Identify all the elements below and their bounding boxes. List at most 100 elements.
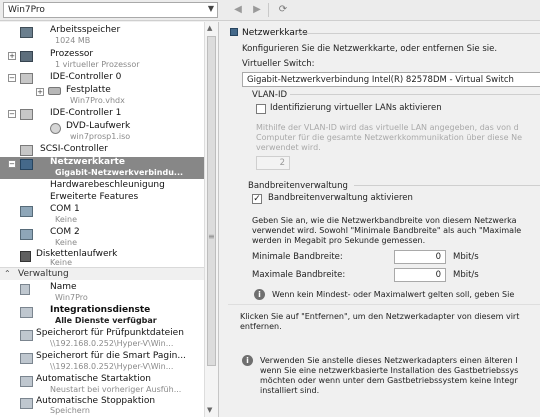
tree-item-name[interactable]: Name Win7Pro (0, 282, 204, 304)
vlan-help-line: Computer für die gesamte Netzwerkkommuni… (256, 133, 523, 142)
tree-item-checkpoint-location[interactable]: Speicherort für Prüfpunktdateien \\192.1… (0, 328, 204, 350)
vm-selector-value: Win7Pro (8, 5, 45, 15)
tree-item-label: COM 1 (50, 204, 80, 214)
ide-controller-icon (20, 73, 33, 84)
tree-item-network-adapter[interactable]: − Netzwerkkarte Gigabit-Netzwerkverbindu… (0, 157, 204, 179)
settings-tree: Arbeitsspeicher 1024 MB + Prozessor 1 vi… (0, 22, 219, 417)
tree-item-ide-controller-0[interactable]: − IDE-Controller 0 (0, 72, 204, 84)
tree-item-label: Integrationsdienste (50, 305, 151, 315)
tree-item-label: Diskettenlaufwerk (36, 249, 118, 259)
scroll-down-icon[interactable]: ▼ (207, 406, 212, 414)
com-port-icon (20, 206, 33, 217)
cpu-icon (20, 51, 33, 62)
name-icon (20, 284, 30, 295)
collapse-icon[interactable]: − (8, 110, 16, 118)
tree-item-com1[interactable]: COM 1 Keine (0, 204, 204, 226)
ram-icon (20, 27, 33, 38)
bandwidth-checkbox[interactable]: ✓ (252, 194, 262, 204)
tree-item-sub: Speichern (50, 406, 90, 415)
collapse-icon[interactable]: − (8, 160, 16, 168)
tree-item-hard-disk[interactable]: + Festplatte Win7Pro.vhdx (0, 85, 204, 107)
tree-scrollbar[interactable]: ▲ ≡ ▼ (204, 22, 218, 417)
switch-label: Virtueller Switch: (242, 59, 315, 69)
vlan-checkbox-label: Identifizierung virtueller LANs aktivier… (270, 103, 442, 113)
checkpoint-icon (20, 330, 33, 341)
smart-paging-icon (20, 353, 33, 364)
tree-item-integration-services[interactable]: Integrationsdienste Alle Dienste verfügb… (0, 305, 204, 327)
tree-item-label: Arbeitsspeicher (50, 25, 121, 35)
bandwidth-help-line: verwendet wird. Sowohl "Minimale Bandbre… (252, 226, 522, 235)
scrollbar-grip-icon: ≡ (208, 232, 215, 241)
min-bandwidth-input[interactable]: 0 (394, 250, 446, 264)
bandwidth-heading: Bandbreitenverwaltung (248, 181, 348, 191)
tree-item-scsi-controller[interactable]: SCSI-Controller (0, 144, 204, 156)
tree-item-memory[interactable]: Arbeitsspeicher 1024 MB (0, 24, 204, 46)
info-icon: i (242, 355, 253, 366)
tree-item-label: Automatische Stoppaktion (36, 396, 156, 406)
tree-item-label: Name (50, 282, 77, 292)
tree-item-auto-stop[interactable]: Automatische Stoppaktion Speichern (0, 396, 204, 417)
tree-item-label: Erweiterte Features (50, 192, 139, 202)
min-bandwidth-label: Minimale Bandbreite: (252, 252, 343, 262)
remove-help-line: Klicken Sie auf "Entfernen", um den Netz… (240, 312, 520, 321)
min-bandwidth-unit: Mbit/s (453, 252, 479, 262)
tree-item-label: Speicherort für die Smart Pagin... (36, 351, 186, 361)
vlan-checkbox[interactable] (256, 104, 266, 114)
tree-item-advanced-features[interactable]: Erweiterte Features (0, 192, 204, 204)
tree-item-ide-controller-1[interactable]: − IDE-Controller 1 (0, 108, 204, 120)
vlan-help-line: Mithilfe der VLAN-ID wird das virtuelle … (256, 123, 519, 132)
com-port-icon (20, 229, 33, 240)
tree-item-label: IDE-Controller 0 (50, 72, 122, 82)
tree-item-sub: Keine (55, 215, 77, 224)
virtual-switch-value: Gigabit-Netzwerkverbindung Intel(R) 8257… (247, 75, 514, 85)
forward-icon[interactable]: ▶ (250, 3, 264, 17)
back-icon[interactable]: ◀ (231, 3, 245, 17)
hard-disk-icon (48, 87, 61, 95)
network-adapter-icon (230, 28, 238, 36)
integration-icon (20, 307, 33, 318)
virtual-switch-select[interactable]: Gigabit-Netzwerkverbindung Intel(R) 8257… (242, 72, 540, 87)
settings-panel: Netzwerkkarte Konfigurieren Sie die Netz… (228, 22, 540, 417)
scroll-up-icon[interactable]: ▲ (207, 24, 212, 32)
max-bandwidth-input[interactable]: 0 (394, 268, 446, 282)
tree-item-com2[interactable]: COM 2 Keine (0, 227, 204, 249)
legacy-adapter-line: Verwenden Sie anstelle dieses Netzwerkad… (260, 356, 518, 365)
tree-item-label: Netzwerkkarte (50, 157, 125, 167)
management-section-header[interactable]: ⌃ Verwaltung (0, 267, 204, 280)
tree-item-label: Festplatte (66, 85, 111, 95)
chevron-up-icon: ⌃ (4, 269, 11, 278)
vlan-heading: VLAN-ID (252, 90, 288, 100)
tree-item-sub: Alle Dienste verfügbar (55, 316, 157, 325)
legacy-adapter-line: möchten oder wenn unter dem Gastbetriebs… (260, 376, 518, 385)
refresh-icon[interactable]: ⟳ (276, 3, 290, 17)
toolbar: Win7Pro ▼ ◀ ▶ ⟳ (0, 0, 540, 21)
floppy-icon (20, 251, 31, 262)
tree-item-label: SCSI-Controller (40, 144, 108, 154)
max-bandwidth-unit: Mbit/s (453, 270, 479, 280)
tree-item-dvd-drive[interactable]: DVD-Laufwerk win7prosp1.iso (0, 121, 204, 143)
chevron-down-icon: ▼ (207, 4, 214, 13)
tree-item-floppy-drive[interactable]: Diskettenlaufwerk Keine (0, 249, 204, 267)
scrollbar-thumb[interactable] (207, 36, 216, 366)
tree-item-smart-paging-location[interactable]: Speicherort für die Smart Pagin... \\192… (0, 351, 204, 373)
expand-icon[interactable]: + (36, 88, 44, 96)
tree-item-hardware-acceleration[interactable]: Hardwarebeschleunigung (0, 180, 204, 192)
tree-item-sub: Win7Pro (55, 293, 88, 302)
tree-item-sub: \\192.168.0.252\Hyper-V\Win... (50, 362, 174, 371)
tree-item-auto-start[interactable]: Automatische Startaktion Neustart bei vo… (0, 374, 204, 396)
toolbar-divider (268, 3, 269, 17)
vm-selector[interactable]: Win7Pro ▼ (3, 2, 218, 18)
vlan-divider (290, 94, 540, 95)
tree-item-processor[interactable]: + Prozessor 1 virtueller Prozessor (0, 48, 204, 70)
autostart-icon (20, 376, 33, 387)
bandwidth-checkbox-label: Bandbreitenverwaltung aktivieren (268, 193, 413, 203)
collapse-icon[interactable]: − (8, 74, 16, 82)
dvd-icon (50, 123, 61, 134)
tree-item-label: Automatische Startaktion (36, 374, 151, 384)
expand-icon[interactable]: + (8, 52, 16, 60)
vlan-help-line: verwendet wird. (256, 143, 321, 152)
tree-item-sub: Gigabit-Netzwerkverbindu... (55, 168, 184, 177)
bandwidth-divider (354, 185, 540, 186)
vlan-id-input[interactable]: 2 (256, 156, 290, 170)
tree-item-sub: \\192.168.0.252\Hyper-V\Win... (50, 339, 174, 348)
